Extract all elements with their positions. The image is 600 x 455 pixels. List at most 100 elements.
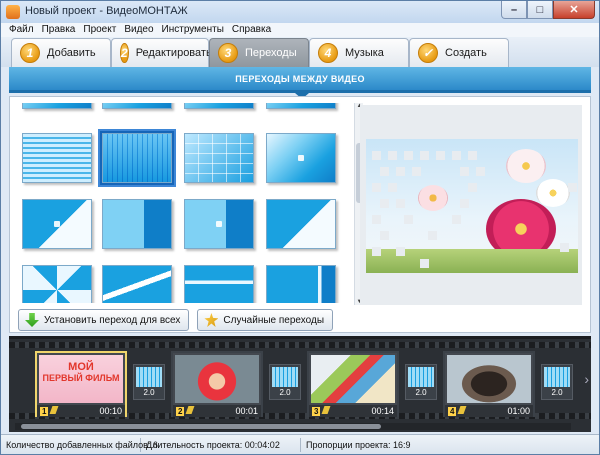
clip-4[interactable]: 4 01:00: [443, 351, 535, 417]
step-tabs: 1 Добавить 2 Редактировать 3 Переходы 4 …: [1, 37, 599, 67]
tile: [404, 215, 413, 224]
storyboard-timeline: МОЙ ПЕРВЫЙ ФИЛЬМ 1 00:10 2.0 2 00:01 2.0: [9, 336, 591, 432]
clip-transition[interactable]: 2.0: [133, 364, 165, 400]
apply-to-all-button[interactable]: Установить переход для всех: [18, 309, 190, 331]
transition-thumb[interactable]: [184, 199, 254, 249]
flower-white-2: [536, 179, 570, 207]
magic-wand-icon: [204, 313, 219, 327]
clip-1[interactable]: МОЙ ПЕРВЫЙ ФИЛЬМ 1 00:10: [35, 351, 127, 417]
transition-thumb[interactable]: [22, 133, 92, 183]
clip-thumbnail: [311, 355, 395, 403]
clip-title-line1: МОЙ: [68, 361, 94, 373]
menu-bar: Файл Правка Проект Видео Инструменты Спр…: [1, 23, 599, 37]
edit-pencil-icon[interactable]: [49, 406, 59, 414]
transition-thumb[interactable]: [184, 133, 254, 183]
status-bar: Количество добавленных файлов: 6 Длитель…: [1, 434, 599, 454]
direction-icon: [216, 221, 222, 227]
transition-duration: 2.0: [551, 388, 563, 397]
transition-thumb[interactable]: [266, 103, 336, 109]
clip-title-line2: ПЕРВЫЙ ФИЛЬМ: [42, 373, 120, 383]
tab-label: Музыка: [345, 47, 384, 59]
clip-duration: 00:10: [99, 406, 122, 416]
tile: [372, 247, 381, 256]
clip-duration: 01:00: [507, 406, 530, 416]
clip-2[interactable]: 2 00:01: [171, 351, 263, 417]
step-number-icon: 2: [120, 43, 129, 63]
transition-thumb[interactable]: [102, 199, 172, 249]
transition-thumb[interactable]: [266, 133, 336, 183]
transition-thumb[interactable]: [22, 103, 92, 109]
transition-thumb[interactable]: [22, 199, 92, 249]
clip-transition[interactable]: 2.0: [405, 364, 437, 400]
menu-edit[interactable]: Правка: [38, 23, 80, 37]
transition-thumb[interactable]: [266, 199, 336, 249]
tile: [396, 247, 405, 256]
transition-thumb-selected[interactable]: [100, 131, 174, 185]
app-icon: [6, 5, 20, 19]
flower-small: [418, 185, 448, 211]
menu-file[interactable]: Файл: [5, 23, 38, 37]
close-button[interactable]: ✕: [553, 1, 595, 19]
tab-label: Переходы: [245, 47, 297, 59]
tile: [452, 151, 461, 160]
tile: [396, 167, 405, 176]
step-number-icon: 1: [20, 43, 40, 63]
tab-add[interactable]: 1 Добавить: [11, 38, 111, 67]
transition-thumb[interactable]: [102, 103, 172, 109]
random-transitions-label: Случайные переходы: [223, 314, 325, 326]
clip-number: 3: [312, 407, 321, 416]
preview-image: [366, 139, 578, 273]
timeline-scrollbar[interactable]: [15, 423, 571, 430]
clip-number: 1: [40, 407, 49, 416]
clip-3[interactable]: 3 00:14: [307, 351, 399, 417]
transition-thumb[interactable]: [184, 265, 254, 303]
menu-help[interactable]: Справка: [228, 23, 275, 37]
section-banner: ПЕРЕХОДЫ МЕЖДУ ВИДЕО: [9, 67, 591, 93]
transition-thumb[interactable]: [266, 265, 336, 303]
edit-pencil-icon[interactable]: [321, 406, 331, 414]
scroll-right-icon[interactable]: ›: [584, 371, 589, 387]
status-files: Количество добавленных файлов: 6: [1, 437, 158, 452]
flower-white: [506, 149, 546, 183]
tab-create[interactable]: ✓ Создать: [409, 38, 509, 67]
direction-icon: [298, 155, 304, 161]
tile: [560, 243, 569, 252]
tile: [372, 215, 381, 224]
tile: [380, 231, 389, 240]
menu-tools[interactable]: Инструменты: [158, 23, 228, 37]
random-transitions-button[interactable]: Случайные переходы: [197, 309, 334, 331]
title-bar: Новый проект - ВидеоМОНТАЖ – □ ✕: [1, 1, 599, 23]
clip-number: 4: [448, 407, 457, 416]
direction-icon: [54, 221, 60, 227]
transition-thumb[interactable]: [22, 265, 92, 303]
maximize-button[interactable]: □: [527, 1, 553, 19]
menu-video[interactable]: Видео: [120, 23, 157, 37]
tile: [412, 167, 421, 176]
transition-icon: [136, 367, 162, 387]
tile: [380, 167, 389, 176]
clip-duration: 00:14: [371, 406, 394, 416]
clip-transition[interactable]: 2.0: [541, 364, 573, 400]
tile: [372, 151, 381, 160]
minimize-button[interactable]: –: [501, 1, 527, 19]
tab-transitions[interactable]: 3 Переходы: [209, 38, 309, 67]
transition-icon: [272, 367, 298, 387]
edit-pencil-icon[interactable]: [457, 406, 467, 414]
checkmark-icon: ✓: [418, 43, 438, 63]
edit-pencil-icon[interactable]: [185, 406, 195, 414]
timeline-scroll-thumb[interactable]: [21, 424, 381, 429]
transition-icon: [408, 367, 434, 387]
tile: [468, 183, 477, 192]
transition-duration: 2.0: [415, 388, 427, 397]
transition-thumb[interactable]: [184, 103, 254, 109]
transition-thumb[interactable]: [102, 265, 172, 303]
tab-edit[interactable]: 2 Редактировать: [111, 38, 212, 67]
tile: [388, 151, 397, 160]
transition-duration: 2.0: [143, 388, 155, 397]
window-title: Новый проект - ВидеоМОНТАЖ: [25, 5, 188, 17]
step-number-icon: 3: [218, 43, 238, 63]
clip-transition[interactable]: 2.0: [269, 364, 301, 400]
menu-project[interactable]: Проект: [79, 23, 120, 37]
tab-music[interactable]: 4 Музыка: [309, 38, 409, 67]
clip-thumbnail: [447, 355, 531, 403]
